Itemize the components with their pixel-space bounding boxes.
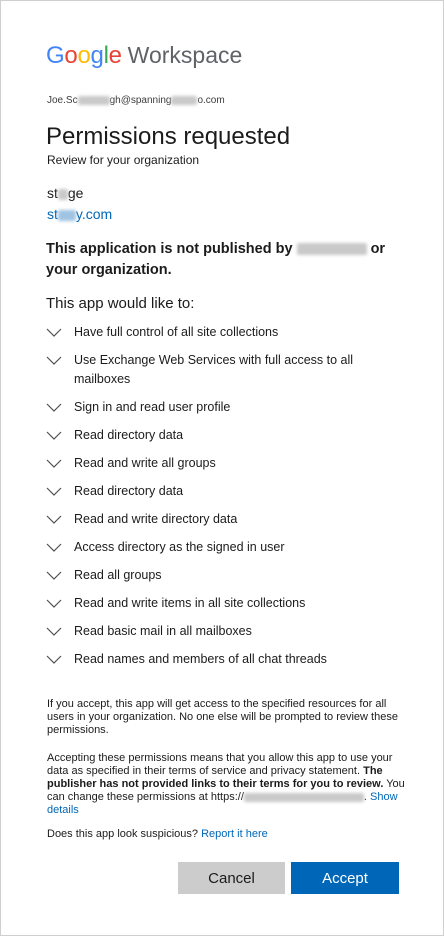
redaction-blur [57,209,76,221]
chevron-down-icon [46,594,74,613]
accept-button[interactable]: Accept [291,862,399,894]
permission-label: Read and write all groups [74,456,216,470]
terms-note: Accepting these permissions means that y… [47,752,405,816]
app-name: st ge [47,185,83,201]
chevron-down-icon [46,323,74,342]
permission-label: Read and write directory data [74,512,238,526]
page-title: Permissions requested [46,123,291,150]
permission-label: Read names and members of all chat threa… [74,652,327,666]
chevron-down-icon [46,538,74,557]
app-name-part: ge [67,185,84,201]
account-email-part: o.com [197,95,225,106]
chevron-down-icon [46,454,74,473]
redaction-blur [296,243,367,256]
permission-label: Read directory data [74,484,184,498]
permission-label: Use Exchange Web Services with full acce… [74,353,354,386]
account-email: Joe.Sc gh@spanning o.com [47,95,225,106]
permission-label: Have full control of all site collection… [74,325,279,339]
terms-text: Accepting these permissions means that y… [47,752,393,777]
permission-item[interactable]: Read and write all groups [46,454,406,473]
redaction-blur [243,792,364,802]
chevron-down-icon [46,398,74,417]
accept-note: If you accept, this app will get access … [47,698,398,736]
workspace-wordmark: Workspace [127,42,243,68]
logo-letter: o [64,42,78,69]
publisher-warning: This application is not published by or … [46,239,406,281]
google-wordmark: Google [46,42,122,70]
permission-label: Access directory as the signed in user [74,540,285,554]
chevron-down-icon [46,482,74,501]
chevron-down-icon [46,622,74,641]
permission-label: Sign in and read user profile [74,400,231,414]
chevron-down-icon [46,351,74,370]
permission-item[interactable]: Read directory data [46,482,406,501]
app-domain-link[interactable]: st y.com [47,206,112,222]
permission-item[interactable]: Read and write items in all site collect… [46,594,406,613]
google-workspace-logo: Google Workspace [46,42,242,70]
permission-item[interactable]: Read directory data [46,426,406,445]
suspicious-question: Does this app look suspicious? [47,828,199,840]
chevron-down-icon [46,426,74,445]
redaction-blur [77,95,110,105]
permission-item[interactable]: Read names and members of all chat threa… [46,650,406,669]
logo-letter: g [90,42,104,69]
permissions-list: Have full control of all site collection… [46,323,406,669]
logo-letter: o [77,42,91,69]
redaction-blur [57,188,68,200]
permission-item[interactable]: Access directory as the signed in user [46,538,406,557]
permission-item[interactable]: Use Exchange Web Services with full acce… [46,351,406,389]
permission-item[interactable]: Read all groups [46,566,406,585]
redaction-blur [171,95,198,105]
report-link[interactable]: Report it here [201,828,268,840]
account-email-part: Joe.Sc [47,95,78,106]
permission-label: Read basic mail in all mailboxes [74,624,252,638]
permission-item[interactable]: Sign in and read user profile [46,398,406,417]
logo-letter: e [108,42,122,69]
app-name-part: st [47,185,58,201]
permission-item[interactable]: Have full control of all site collection… [46,323,406,342]
permission-label: Read directory data [74,428,184,442]
chevron-down-icon [46,566,74,585]
permission-item[interactable]: Read basic mail in all mailboxes [46,622,406,641]
page-subtitle: Review for your organization [47,153,200,167]
permission-label: Read and write items in all site collect… [74,596,306,610]
app-domain-part: y.com [75,206,113,222]
app-domain-part: st [47,206,58,222]
cancel-button[interactable]: Cancel [178,862,285,894]
warning-text: This application is not published by [46,241,293,257]
permission-item[interactable]: Read and write directory data [46,510,406,529]
chevron-down-icon [46,510,74,529]
suspicious-prompt: Does this app look suspicious? Report it… [47,828,268,840]
account-email-part: gh@spanning [109,95,172,106]
logo-letter: G [46,42,65,69]
chevron-down-icon [46,650,74,669]
permission-label: Read all groups [74,568,162,582]
permissions-intro: This app would like to: [46,295,195,312]
